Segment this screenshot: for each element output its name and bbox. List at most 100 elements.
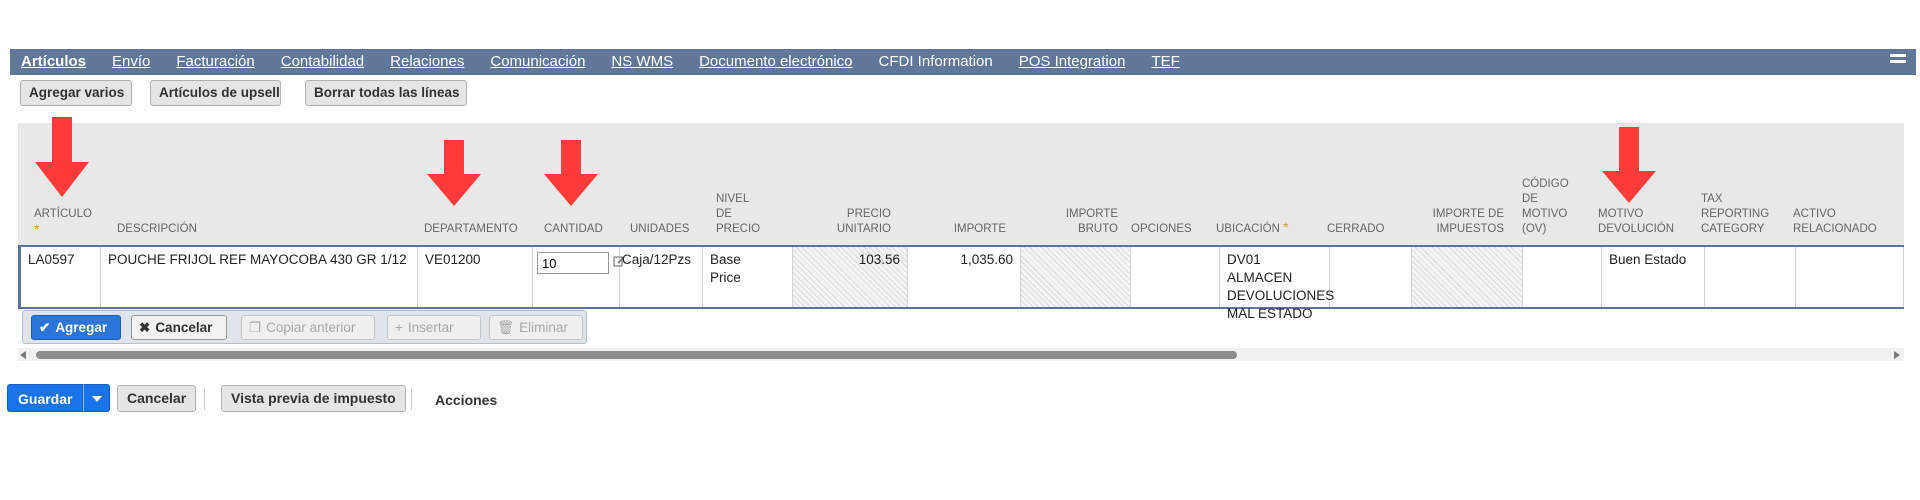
eliminar-button[interactable]: 🗑 Eliminar bbox=[489, 315, 583, 340]
cell-ubicacion[interactable]: DV01 ALMACEN DEVOLUCIONES MAL ESTADO bbox=[1220, 247, 1335, 321]
checkmark-icon: ✔ bbox=[39, 320, 51, 335]
button-label: Insertar bbox=[407, 320, 454, 335]
cell-motivo-devolucion[interactable]: Buen Estado bbox=[1602, 247, 1705, 307]
chevron-down-icon[interactable] bbox=[83, 384, 111, 412]
vista-previa-impuesto-button[interactable]: Vista previa de impuesto bbox=[221, 385, 406, 412]
scrollbar-thumb[interactable] bbox=[36, 351, 1237, 359]
cell-cantidad[interactable] bbox=[533, 247, 624, 307]
tab-contabilidad[interactable]: Contabilidad bbox=[268, 49, 377, 75]
col-label: DE bbox=[1522, 193, 1538, 205]
tab-label: Envío bbox=[112, 53, 151, 70]
scroll-left-icon[interactable] bbox=[20, 351, 26, 359]
cell-opciones[interactable] bbox=[1131, 247, 1220, 307]
cell-importe-bruto[interactable] bbox=[1021, 247, 1131, 307]
tab-envio[interactable]: Envío bbox=[99, 49, 163, 75]
insertar-button[interactable]: + Insertar bbox=[387, 315, 481, 340]
guardar-split-button: Guardar bbox=[7, 384, 111, 412]
tab-relaciones[interactable]: Relaciones bbox=[377, 49, 477, 75]
cell-importe-impuestos[interactable] bbox=[1412, 247, 1523, 307]
agregar-button[interactable]: ✔ Agregar bbox=[31, 315, 121, 340]
tab-articulos[interactable]: Artículos bbox=[10, 49, 99, 75]
col-label: MOTIVO bbox=[1522, 208, 1568, 220]
cell-importe[interactable]: 1,035.60 bbox=[908, 247, 1021, 307]
plus-icon: + bbox=[395, 320, 403, 335]
col-label: IMPORTE DE bbox=[1432, 208, 1504, 220]
col-descripcion: DESCRIPCIÓN bbox=[117, 223, 197, 235]
cell-unidades[interactable]: Caja/12Pzs bbox=[620, 247, 703, 307]
guardar-button[interactable]: Guardar bbox=[7, 384, 84, 412]
cancelar-row-button[interactable]: ✖ Cancelar bbox=[131, 315, 227, 340]
button-label: Copiar anterior bbox=[266, 320, 356, 335]
tab-label: POS Integration bbox=[1018, 53, 1126, 70]
tab-label: Comunicación bbox=[490, 53, 586, 70]
col-label: CATEGORY bbox=[1701, 223, 1765, 235]
tab-ns-wms[interactable]: NS WMS bbox=[598, 49, 686, 75]
cell-nivel-precio[interactable]: Base Price bbox=[703, 247, 793, 307]
tab-cfdi-information[interactable]: CFDI Information bbox=[866, 49, 1006, 75]
col-label: DE bbox=[716, 208, 732, 220]
cell-codigo-motivo[interactable] bbox=[1523, 247, 1602, 307]
cancelar-button[interactable]: Cancelar bbox=[117, 385, 197, 412]
agregar-varios-button[interactable]: Agregar varios bbox=[20, 80, 132, 106]
trash-icon: 🗑 bbox=[497, 320, 515, 335]
col-label: PRECIO bbox=[716, 223, 761, 235]
col-label: REPORTING bbox=[1701, 208, 1770, 220]
cell-articulo[interactable]: LA0597 bbox=[21, 247, 101, 307]
cell-descripcion[interactable]: POUCHE FRIJOL REF MAYOCOBA 430 GR 1/12 bbox=[101, 247, 418, 307]
button-label: Eliminar bbox=[519, 320, 568, 335]
col-cerrado: CERRADO bbox=[1327, 223, 1385, 235]
divider bbox=[204, 388, 205, 410]
col-cantidad: CANTIDAD bbox=[544, 223, 603, 235]
borrar-lineas-button[interactable]: Borrar todas las líneas bbox=[305, 80, 467, 106]
cell-activo-relacionado[interactable] bbox=[1796, 247, 1904, 307]
tab-pos-integration[interactable]: POS Integration bbox=[1006, 49, 1139, 75]
red-arrow-annotation-motivo bbox=[1602, 127, 1656, 203]
col-label: ARTÍCULO bbox=[34, 208, 92, 220]
col-label: BRUTO bbox=[1077, 223, 1118, 235]
col-ubicacion: UBICACIÓN * bbox=[1216, 220, 1289, 237]
required-mark: * bbox=[34, 221, 40, 237]
col-label: IMPORTE bbox=[1065, 208, 1118, 220]
cell-precio-unitario[interactable]: 103.56 bbox=[793, 247, 908, 307]
col-opciones: OPCIONES bbox=[1131, 223, 1192, 235]
button-label: Cancelar bbox=[155, 320, 213, 335]
tab-facturacion[interactable]: Facturación bbox=[163, 49, 267, 75]
tab-label: Artículos bbox=[21, 53, 87, 70]
col-label: UBICACIÓN bbox=[1216, 223, 1280, 235]
col-nivel-precio: NIVEL DE PRECIO bbox=[716, 192, 760, 237]
table-row[interactable]: LA0597 POUCHE FRIJOL REF MAYOCOBA 430 GR… bbox=[18, 245, 1904, 321]
scroll-right-icon[interactable] bbox=[1894, 351, 1900, 359]
cell-text: Price bbox=[710, 270, 741, 285]
horizontal-scrollbar[interactable] bbox=[18, 348, 1904, 361]
tab-label: Documento electrónico bbox=[699, 53, 853, 70]
button-label: Agregar bbox=[55, 320, 108, 335]
divider bbox=[411, 388, 412, 410]
copy-icon: ❐ bbox=[249, 320, 262, 335]
required-mark: * bbox=[1283, 219, 1289, 235]
red-arrow-annotation-departamento bbox=[427, 140, 481, 206]
cell-text: DEVOLUCIONES bbox=[1227, 288, 1335, 303]
acciones-menu[interactable]: Acciones bbox=[435, 392, 497, 408]
col-label: TAX bbox=[1701, 193, 1723, 205]
cantidad-input[interactable] bbox=[537, 252, 609, 274]
col-label: NIVEL bbox=[716, 193, 750, 205]
articulos-upsell-button[interactable]: Artículos de upsell bbox=[150, 80, 281, 106]
col-importe-impuestos: IMPORTE DE IMPUESTOS bbox=[1426, 207, 1504, 237]
cell-cerrado[interactable] bbox=[1330, 247, 1412, 307]
hamburger-icon[interactable] bbox=[1890, 54, 1906, 70]
col-precio-unitario: PRECIO UNITARIO bbox=[821, 207, 891, 237]
subtab-bar: Artículos Envío Facturación Contabilidad… bbox=[10, 49, 1916, 75]
copiar-anterior-button[interactable]: ❐ Copiar anterior bbox=[241, 315, 375, 340]
tab-tef[interactable]: TEF bbox=[1138, 49, 1192, 75]
tab-label: NS WMS bbox=[611, 53, 674, 70]
tab-documento-electronico[interactable]: Documento electrónico bbox=[686, 49, 865, 75]
cell-departamento[interactable]: VE01200 bbox=[418, 247, 533, 307]
tab-comunicacion[interactable]: Comunicación bbox=[477, 49, 598, 75]
red-arrow-annotation-articulo bbox=[35, 117, 89, 197]
col-label: PRECIO bbox=[846, 208, 891, 220]
col-importe-bruto: IMPORTE BRUTO bbox=[1048, 207, 1118, 237]
cell-tax-reporting[interactable] bbox=[1705, 247, 1796, 307]
row-actions: ✔ Agregar ✖ Cancelar ❐ Copiar anterior +… bbox=[22, 310, 587, 344]
col-codigo-motivo: CÓDIGO DE MOTIVO (OV) bbox=[1522, 177, 1569, 237]
tab-label: TEF bbox=[1151, 53, 1180, 70]
